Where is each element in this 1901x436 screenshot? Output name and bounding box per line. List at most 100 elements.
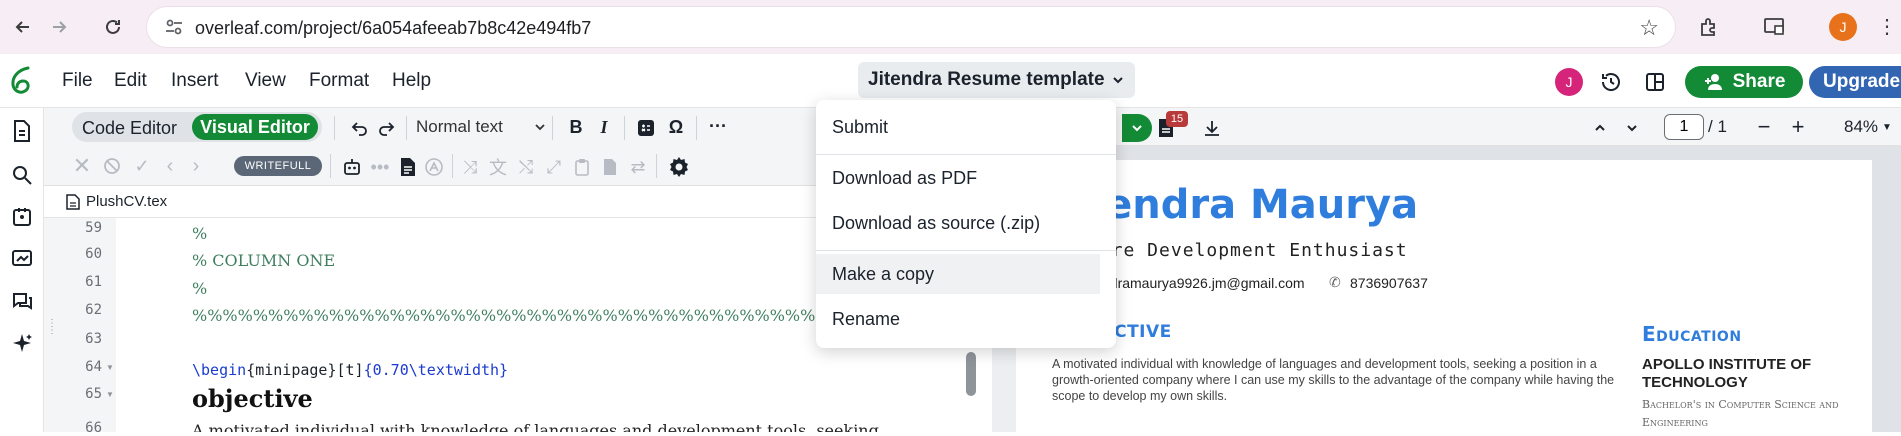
- menu-file[interactable]: File: [62, 70, 93, 92]
- paraphrase-icon: ⤨: [462, 156, 478, 177]
- page-number-input[interactable]: 1: [1664, 114, 1704, 140]
- resume-subtitle: ware Development Enthusiast: [1088, 240, 1408, 261]
- editor-mode-switch[interactable]: Code Editor Visual Editor: [72, 112, 322, 142]
- expand-icon: ⤢: [546, 156, 562, 177]
- search-icon[interactable]: [9, 162, 35, 188]
- document-icon[interactable]: [396, 155, 420, 179]
- line-number: 62: [85, 302, 102, 318]
- chevron-down-icon: [1132, 125, 1142, 132]
- reload-button[interactable]: [96, 10, 130, 44]
- share-label: Share: [1732, 71, 1786, 92]
- zoom-in-icon[interactable]: +: [1786, 114, 1810, 139]
- close-icon: ✕: [72, 153, 92, 178]
- gear-icon[interactable]: [666, 154, 692, 180]
- math-icon[interactable]: [634, 116, 658, 140]
- toolbar-divider: [624, 116, 625, 140]
- review-icon[interactable]: [9, 246, 35, 272]
- more-options-icon[interactable]: ···: [706, 114, 730, 138]
- italic-icon[interactable]: I: [592, 115, 616, 139]
- history-icon[interactable]: [1597, 68, 1625, 96]
- translate-icon: 文: [489, 158, 507, 178]
- menu-divider: [816, 250, 1116, 251]
- address-bar[interactable]: overleaf.com/project/6a054afeeab7b8c42e4…: [146, 6, 1676, 48]
- latex-width: {0.70\textwidth}: [363, 361, 509, 379]
- fold-arrow-icon[interactable]: ▼: [106, 363, 114, 372]
- project-menu-dropdown: Submit Download as PDF Download as sourc…: [816, 100, 1116, 348]
- line-number: 60: [85, 246, 102, 262]
- menu-divider: [816, 154, 1116, 155]
- visual-editor-toggle[interactable]: Visual Editor: [192, 114, 318, 140]
- chat-icon[interactable]: [9, 288, 35, 314]
- latex-command: \begin: [192, 361, 247, 379]
- robot-icon[interactable]: [340, 155, 364, 179]
- menu-edit[interactable]: Edit: [114, 70, 147, 92]
- menu-insert[interactable]: Insert: [171, 70, 219, 92]
- menu-rename[interactable]: Rename: [816, 299, 1100, 339]
- text-style-select[interactable]: Normal text: [416, 114, 547, 140]
- swap-icon: ⇄: [630, 156, 646, 177]
- menu-download-pdf[interactable]: Download as PDF: [816, 158, 1100, 198]
- left-rail: [0, 108, 44, 432]
- chevron-down-icon: [1112, 77, 1123, 84]
- resume-email: ndramaurya9926.jm@gmail.com: [1102, 275, 1305, 291]
- cast-icon[interactable]: [1760, 12, 1790, 42]
- pdf-page: tendra Maurya ware Development Enthusias…: [1016, 160, 1872, 432]
- menu-format[interactable]: Format: [309, 70, 369, 92]
- extensions-icon[interactable]: [1694, 12, 1724, 42]
- zoom-select[interactable]: 84% ▼: [1844, 117, 1892, 137]
- project-title-text: Jitendra Resume template: [868, 69, 1105, 90]
- back-button[interactable]: [6, 10, 40, 44]
- menu-make-copy[interactable]: Make a copy: [816, 254, 1100, 294]
- zoom-out-icon[interactable]: −: [1752, 114, 1776, 139]
- layout-icon[interactable]: [1641, 68, 1669, 96]
- menu-submit[interactable]: Submit: [816, 107, 1100, 147]
- arrow-right-icon: [53, 21, 67, 33]
- undo-icon[interactable]: [348, 116, 372, 140]
- redo-icon[interactable]: [374, 116, 398, 140]
- browser-menu-icon[interactable]: ⋮: [1877, 14, 1897, 39]
- line-number: 65: [85, 386, 102, 402]
- overleaf-logo-icon[interactable]: [6, 64, 38, 96]
- fold-arrow-icon[interactable]: ▼: [106, 390, 114, 399]
- editor-scrollbar[interactable]: [966, 352, 976, 396]
- resume-name: tendra Maurya: [1086, 182, 1419, 228]
- download-pdf-icon[interactable]: [1200, 116, 1224, 140]
- bold-icon[interactable]: B: [564, 115, 588, 139]
- resize-handle-icon[interactable]: ⋮ ⋮: [47, 319, 57, 342]
- site-settings-icon[interactable]: [163, 16, 185, 38]
- integrations-icon[interactable]: [9, 204, 35, 230]
- code-line: % COLUMN ONE: [192, 251, 336, 270]
- profile-avatar[interactable]: J: [1829, 13, 1857, 41]
- menu-download-source[interactable]: Download as source (.zip): [816, 203, 1100, 243]
- project-title-button[interactable]: Jitendra Resume template: [858, 62, 1135, 98]
- writefull-badge[interactable]: WRITEFULL: [234, 156, 322, 176]
- file-tree-icon[interactable]: [9, 118, 35, 144]
- chevron-down-icon[interactable]: [1620, 116, 1644, 140]
- arrow-left-icon: [15, 21, 29, 33]
- bookmark-star-icon[interactable]: ☆: [1639, 15, 1659, 41]
- code-line: %: [192, 224, 208, 243]
- file-icon: [66, 193, 80, 210]
- institute-name: APOLLO INSTITUTE OF TECHNOLOGY: [1642, 356, 1812, 391]
- collaborator-avatar[interactable]: J: [1555, 68, 1583, 96]
- recompile-dropdown[interactable]: [1122, 114, 1152, 142]
- code-line-begin: \begin{minipage}[t]{0.70\textwidth}: [192, 361, 508, 379]
- omega-symbol-icon[interactable]: Ω: [664, 115, 688, 139]
- line-number: 63: [85, 331, 102, 347]
- check-icon: ✓: [134, 155, 150, 176]
- menu-view[interactable]: View: [245, 70, 286, 92]
- education-heading: Education: [1642, 322, 1742, 346]
- code-line: A motivated individual with knowledge of…: [192, 421, 879, 432]
- upgrade-button[interactable]: Upgrade: [1809, 66, 1901, 98]
- loading-dots-icon: •••: [370, 156, 390, 177]
- ai-assist-icon[interactable]: [9, 330, 35, 356]
- toolbar-divider: [656, 154, 657, 178]
- objective-body: A motivated individual with knowledge of…: [1052, 357, 1615, 403]
- forward-button[interactable]: [42, 10, 76, 44]
- share-button[interactable]: Share: [1685, 66, 1803, 98]
- code-editor-toggle[interactable]: Code Editor: [82, 118, 177, 139]
- file-tab[interactable]: PlushCV.tex: [66, 193, 167, 210]
- chevron-up-icon[interactable]: [1588, 116, 1612, 140]
- menu-help[interactable]: Help: [392, 70, 431, 92]
- text-style-value: Normal text: [416, 117, 503, 136]
